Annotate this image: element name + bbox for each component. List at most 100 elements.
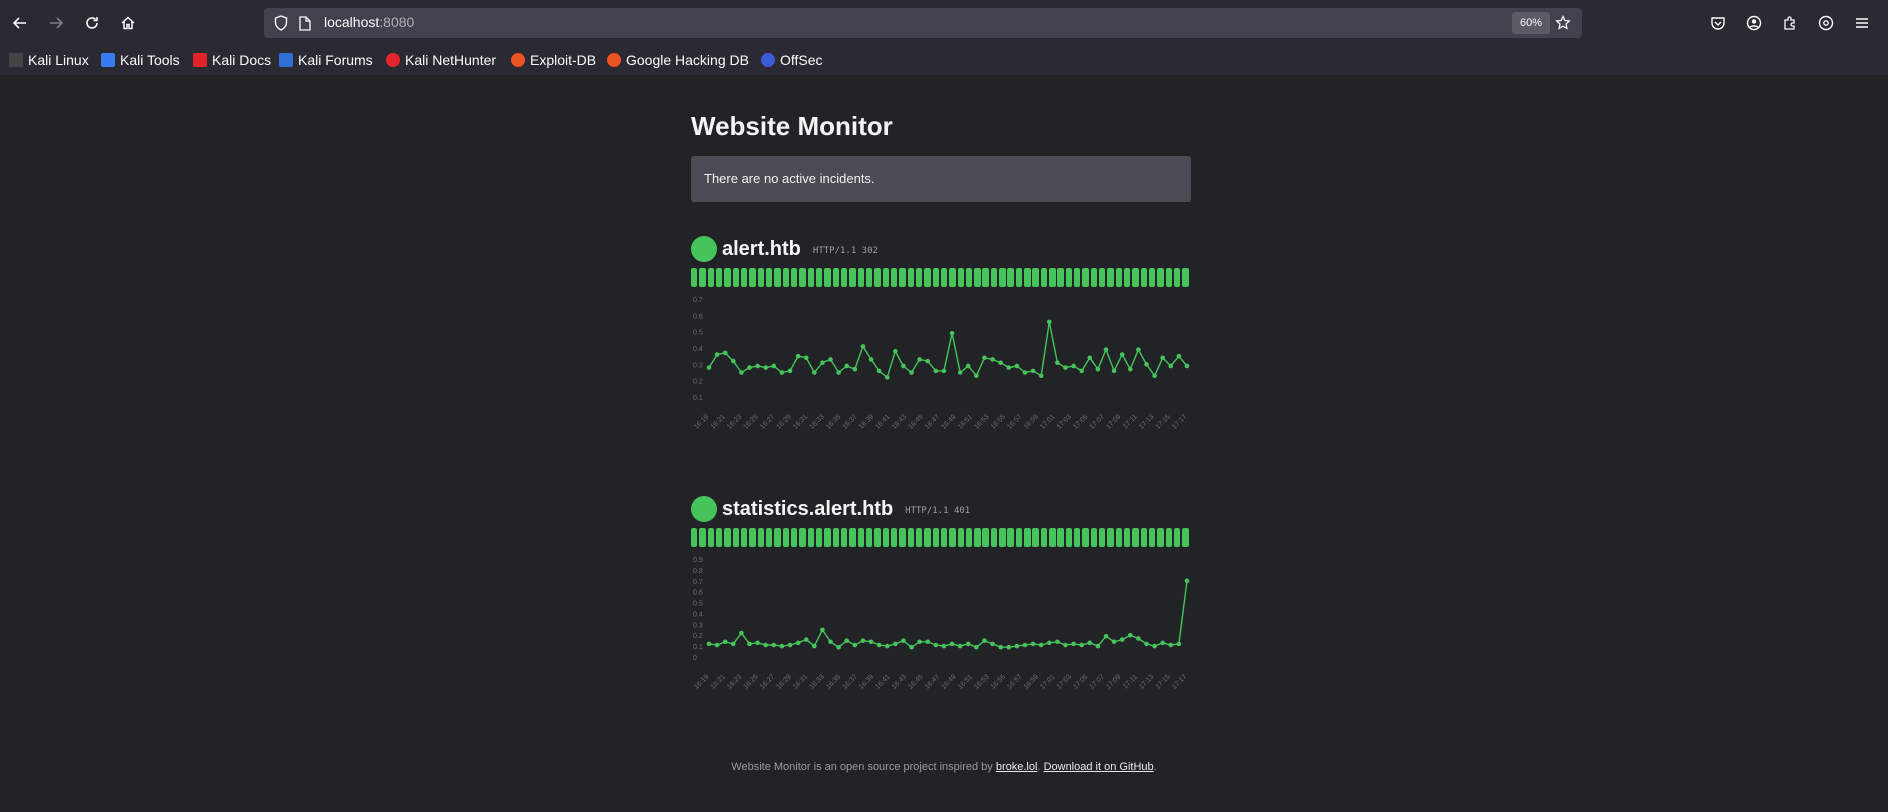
uptime-bar[interactable] bbox=[974, 528, 981, 547]
uptime-bar[interactable] bbox=[832, 528, 839, 547]
broke-lol-link[interactable]: broke.lol bbox=[996, 761, 1038, 773]
data-point[interactable] bbox=[747, 641, 752, 647]
uptime-bar[interactable] bbox=[691, 528, 698, 547]
data-point[interactable] bbox=[1022, 370, 1028, 375]
data-point[interactable] bbox=[1038, 373, 1044, 379]
data-point[interactable] bbox=[1071, 641, 1076, 647]
data-point[interactable] bbox=[860, 638, 866, 643]
back-icon[interactable] bbox=[5, 8, 35, 38]
data-point[interactable] bbox=[893, 641, 898, 647]
uptime-bar[interactable] bbox=[849, 268, 856, 287]
data-point[interactable] bbox=[965, 641, 971, 647]
uptime-bar[interactable] bbox=[732, 528, 740, 547]
data-point[interactable] bbox=[1144, 641, 1149, 647]
data-point[interactable] bbox=[763, 642, 769, 648]
data-point[interactable] bbox=[714, 352, 720, 357]
uptime-bar[interactable] bbox=[1099, 268, 1106, 287]
bookmark-star-icon[interactable] bbox=[1554, 14, 1572, 32]
uptime-bar[interactable] bbox=[1090, 268, 1098, 287]
data-point[interactable] bbox=[755, 640, 760, 646]
uptime-bar[interactable] bbox=[1090, 528, 1098, 547]
uptime-bar[interactable] bbox=[999, 528, 1006, 547]
data-point[interactable] bbox=[779, 370, 785, 375]
data-point[interactable] bbox=[893, 348, 898, 354]
uptime-bar[interactable] bbox=[940, 268, 948, 287]
uptime-bar[interactable] bbox=[1074, 528, 1081, 547]
data-point[interactable] bbox=[933, 368, 939, 374]
data-point[interactable] bbox=[1127, 632, 1133, 638]
data-point[interactable] bbox=[876, 642, 882, 648]
data-point[interactable] bbox=[1038, 642, 1044, 648]
uptime-bar[interactable] bbox=[899, 528, 906, 547]
uptime-bar[interactable] bbox=[907, 528, 914, 547]
data-point[interactable] bbox=[990, 641, 995, 647]
data-point[interactable] bbox=[706, 641, 712, 647]
uptime-bar[interactable] bbox=[899, 268, 906, 287]
uptime-bar[interactable] bbox=[824, 268, 831, 287]
uptime-bar[interactable] bbox=[949, 268, 956, 287]
uptime-bar[interactable] bbox=[924, 528, 931, 547]
uptime-bar[interactable] bbox=[1107, 528, 1114, 547]
data-point[interactable] bbox=[755, 363, 760, 369]
data-point[interactable] bbox=[812, 643, 817, 649]
data-point[interactable] bbox=[1014, 643, 1020, 649]
data-point[interactable] bbox=[917, 639, 922, 645]
data-point[interactable] bbox=[990, 357, 995, 362]
data-point[interactable] bbox=[795, 353, 801, 359]
uptime-bar[interactable] bbox=[865, 528, 873, 547]
home-icon[interactable] bbox=[113, 8, 143, 38]
forward-icon[interactable] bbox=[41, 8, 71, 38]
data-point[interactable] bbox=[820, 627, 825, 633]
data-point[interactable] bbox=[1144, 362, 1149, 367]
data-point[interactable] bbox=[982, 638, 987, 643]
page-icon[interactable] bbox=[296, 14, 314, 32]
uptime-bar[interactable] bbox=[749, 528, 756, 547]
data-point[interactable] bbox=[1103, 347, 1109, 352]
data-point[interactable] bbox=[949, 641, 955, 647]
uptime-bar[interactable] bbox=[932, 528, 939, 547]
uptime-bar[interactable] bbox=[1174, 268, 1181, 287]
data-point[interactable] bbox=[1136, 347, 1141, 352]
uptime-bar[interactable] bbox=[857, 268, 864, 287]
uptime-bar[interactable] bbox=[740, 268, 748, 287]
uptime-bar[interactable] bbox=[832, 268, 839, 287]
data-point[interactable] bbox=[1087, 355, 1093, 361]
uptime-bar[interactable] bbox=[1015, 528, 1023, 547]
data-point[interactable] bbox=[949, 331, 955, 336]
uptime-bar[interactable] bbox=[990, 528, 998, 547]
uptime-bar[interactable] bbox=[1140, 528, 1148, 547]
data-point[interactable] bbox=[998, 360, 1003, 365]
menu-icon[interactable] bbox=[1847, 8, 1877, 38]
settings-icon[interactable] bbox=[1811, 8, 1841, 38]
data-point[interactable] bbox=[1006, 365, 1012, 370]
uptime-bar[interactable] bbox=[1074, 268, 1081, 287]
data-point[interactable] bbox=[844, 638, 850, 643]
uptime-bar[interactable] bbox=[932, 268, 939, 287]
data-point[interactable] bbox=[1030, 368, 1036, 374]
uptime-bar[interactable] bbox=[1174, 528, 1181, 547]
uptime-bar[interactable] bbox=[1149, 528, 1156, 547]
uptime-bar[interactable] bbox=[1165, 528, 1173, 547]
data-point[interactable] bbox=[925, 639, 931, 645]
uptime-bar[interactable] bbox=[1157, 528, 1164, 547]
url-text[interactable]: localhost:8080 bbox=[324, 14, 414, 30]
data-point[interactable] bbox=[779, 643, 785, 649]
uptime-bar[interactable] bbox=[765, 528, 773, 547]
data-point[interactable] bbox=[860, 344, 866, 349]
bookmark-kali-tools[interactable]: Kali Tools bbox=[101, 50, 180, 70]
uptime-bar[interactable] bbox=[699, 528, 706, 547]
uptime-bar[interactable] bbox=[940, 528, 948, 547]
uptime-bar[interactable] bbox=[1182, 268, 1189, 287]
data-point[interactable] bbox=[941, 643, 947, 649]
bookmark-kali-linux[interactable]: Kali Linux bbox=[9, 50, 89, 70]
data-point[interactable] bbox=[731, 641, 736, 647]
uptime-bar[interactable] bbox=[732, 268, 740, 287]
uptime-bar[interactable] bbox=[749, 268, 756, 287]
data-point[interactable] bbox=[965, 363, 971, 369]
uptime-bar[interactable] bbox=[724, 268, 731, 287]
data-point[interactable] bbox=[917, 357, 922, 362]
data-point[interactable] bbox=[933, 642, 939, 648]
uptime-bar[interactable] bbox=[807, 528, 814, 547]
data-point[interactable] bbox=[706, 365, 712, 370]
data-point[interactable] bbox=[771, 642, 777, 648]
